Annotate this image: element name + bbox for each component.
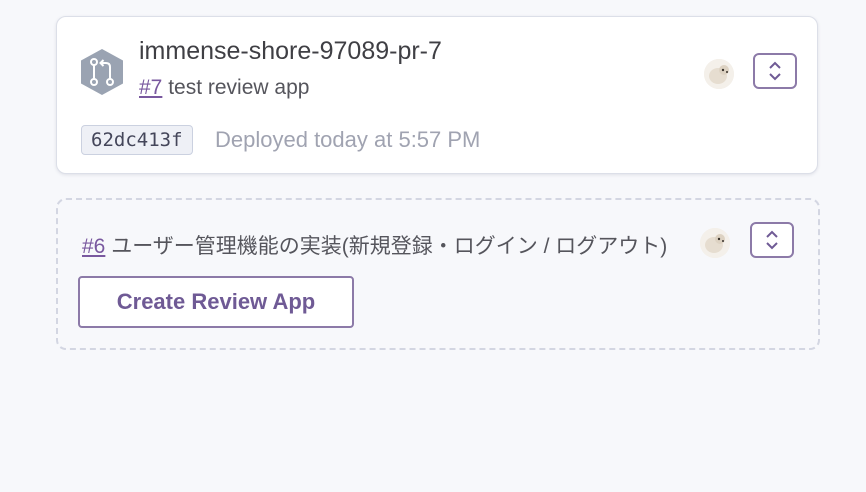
avatar — [700, 228, 730, 258]
create-review-app-button[interactable]: Create Review App — [78, 276, 354, 328]
expand-toggle-button[interactable] — [753, 53, 797, 89]
commit-sha-badge[interactable]: 62dc413f — [81, 125, 193, 155]
pull-request-link[interactable]: #6 — [82, 235, 105, 258]
pending-review-app-card: #6 ユーザー管理機能の実装(新規登録・ログイン / ログアウト) Create… — [56, 198, 820, 350]
chevron-up-down-icon — [766, 230, 778, 250]
deployed-timestamp: Deployed today at 5:57 PM — [215, 127, 481, 152]
pull-request-icon — [79, 48, 125, 96]
pull-request-title: ユーザー管理機能の実装(新規登録・ログイン / ログアウト) — [111, 235, 668, 258]
review-app-name[interactable]: immense-shore-97089-pr-7 — [139, 37, 442, 66]
pull-request-line: #7 test review app — [139, 76, 309, 100]
pull-request-link[interactable]: #7 — [139, 76, 162, 99]
pull-request-title: test review app — [168, 76, 310, 99]
pending-pull-request-line: #6 ユーザー管理機能の実装(新規登録・ログイン / ログアウト) — [82, 230, 682, 260]
expand-toggle-button[interactable] — [750, 222, 794, 258]
chevron-up-down-icon — [769, 61, 781, 81]
review-app-card: immense-shore-97089-pr-7 #7 test review … — [56, 16, 818, 174]
avatar — [704, 59, 734, 89]
